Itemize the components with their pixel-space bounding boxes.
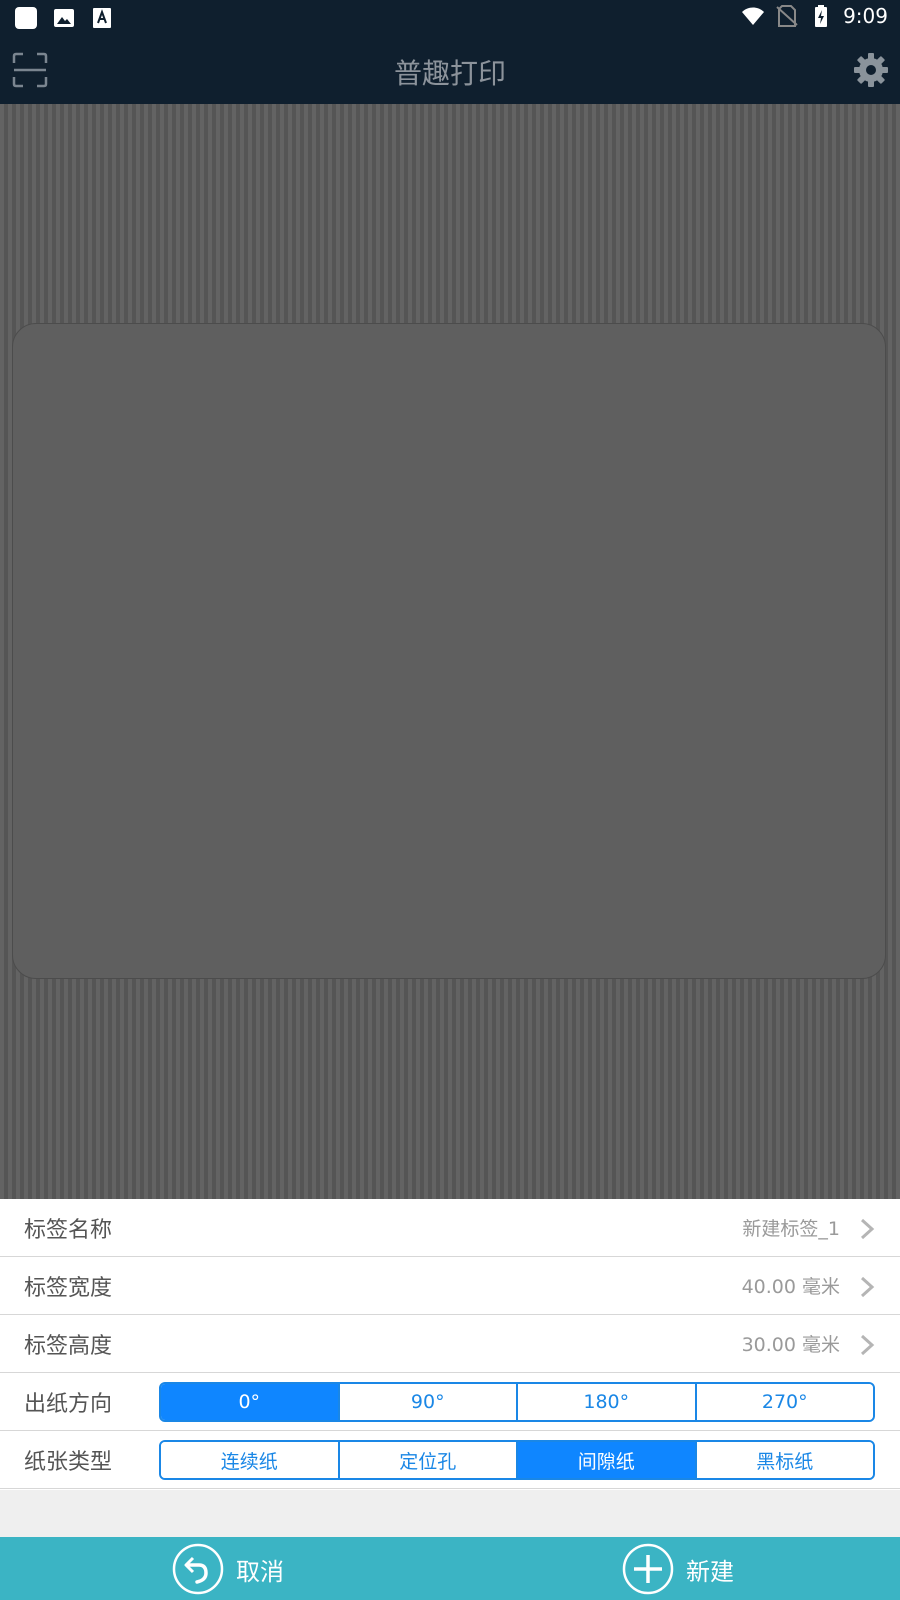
paper-type-black-mark[interactable]: 黑标纸 <box>696 1442 873 1478</box>
status-right-icons: 9:09 <box>741 4 888 28</box>
direction-segmented-control: 0° 90° 180° 270° <box>159 1382 875 1422</box>
cancel-button[interactable]: 取消 <box>172 1541 284 1597</box>
label-height-value: 30.00 毫米 <box>741 1334 840 1356</box>
cancel-label: 取消 <box>236 1557 284 1586</box>
app-header: 普趣打印 <box>0 36 900 104</box>
label-name-label: 标签名称 <box>24 1217 113 1243</box>
paper-type-continuous[interactable]: 连续纸 <box>161 1442 340 1478</box>
label-canvas-area <box>0 104 900 1199</box>
panel-spacer <box>0 1490 900 1537</box>
image-icon <box>54 9 74 27</box>
label-height-label: 标签高度 <box>24 1333 113 1359</box>
app-square-icon <box>15 7 37 29</box>
label-width-row[interactable]: 标签宽度 40.00 毫米 <box>0 1257 900 1315</box>
label-preview[interactable] <box>12 323 886 979</box>
direction-row: 出纸方向 0° 90° 180° 270° <box>0 1373 900 1431</box>
direction-option-0[interactable]: 0° <box>161 1384 340 1420</box>
label-height-row[interactable]: 标签高度 30.00 毫米 <box>0 1315 900 1373</box>
label-settings-panel: 标签名称 新建标签_1 标签宽度 40.00 毫米 标签高度 30.00 毫米 … <box>0 1199 900 1490</box>
chevron-right-icon <box>860 1276 875 1298</box>
direction-option-270[interactable]: 270° <box>696 1384 873 1420</box>
paper-type-hole[interactable]: 定位孔 <box>339 1442 518 1478</box>
direction-option-180[interactable]: 180° <box>518 1384 697 1420</box>
chevron-right-icon <box>860 1334 875 1356</box>
chevron-right-icon <box>860 1218 875 1240</box>
status-time: 9:09 <box>843 4 888 28</box>
bottom-action-bar: 取消 新建 <box>0 1537 900 1600</box>
page-title: 普趣打印 <box>393 57 506 90</box>
label-width-value: 40.00 毫米 <box>741 1276 840 1298</box>
no-sim-icon <box>776 5 798 27</box>
battery-charging-icon <box>815 5 828 27</box>
paper-type-label: 纸张类型 <box>24 1449 113 1475</box>
text-a-icon <box>93 8 111 28</box>
paper-type-row: 纸张类型 连续纸 定位孔 间隙纸 黑标纸 <box>0 1431 900 1489</box>
status-bar: 9:09 <box>0 0 900 36</box>
direction-option-90[interactable]: 90° <box>339 1384 518 1420</box>
label-name-row[interactable]: 标签名称 新建标签_1 <box>0 1199 900 1257</box>
paper-type-gap[interactable]: 间隙纸 <box>518 1442 697 1478</box>
gear-icon[interactable] <box>852 51 890 89</box>
label-width-label: 标签宽度 <box>24 1275 113 1301</box>
create-button[interactable]: 新建 <box>622 1541 734 1597</box>
paper-type-segmented-control: 连续纸 定位孔 间隙纸 黑标纸 <box>159 1440 875 1480</box>
undo-arrow-icon <box>172 1543 224 1595</box>
wifi-icon <box>742 7 765 25</box>
status-left-icons <box>14 6 114 30</box>
create-label: 新建 <box>686 1557 734 1586</box>
plus-icon <box>622 1543 674 1595</box>
direction-label: 出纸方向 <box>24 1391 113 1417</box>
label-name-value: 新建标签_1 <box>742 1218 840 1240</box>
